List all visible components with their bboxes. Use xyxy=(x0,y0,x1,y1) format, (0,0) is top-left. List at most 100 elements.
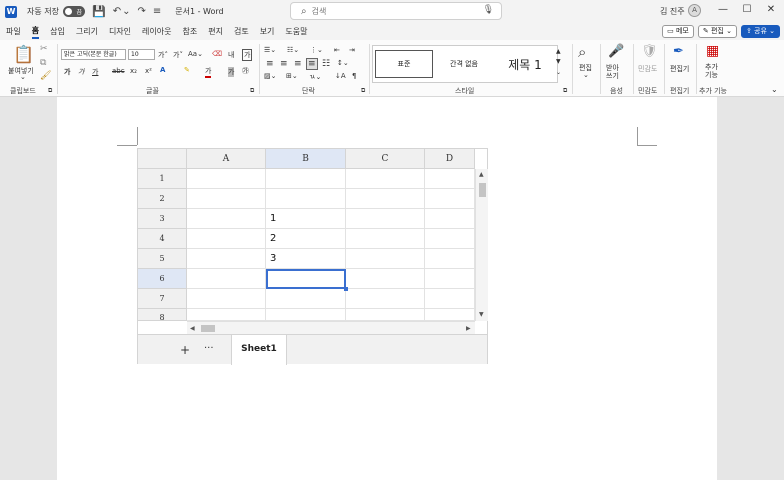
cell[interactable] xyxy=(346,169,425,189)
add-ins-button[interactable]: 추가 기능 xyxy=(705,63,718,79)
scroll-down-icon[interactable]: ▼ xyxy=(479,311,484,318)
cell[interactable] xyxy=(425,309,475,321)
cell[interactable] xyxy=(425,269,475,289)
tab-references[interactable]: 참조 xyxy=(182,26,197,38)
multilevel-list-icon[interactable]: ⋮⌄ xyxy=(310,46,323,54)
add-ins-icon[interactable]: ▦ xyxy=(706,43,719,59)
asian-layout-icon[interactable]: ㄳ⌄ xyxy=(309,72,321,82)
sensitivity-button[interactable]: 민감도 xyxy=(638,64,657,74)
find-icon[interactable]: ⌕ xyxy=(578,43,586,61)
column-header-d[interactable]: D xyxy=(425,149,475,169)
cell[interactable] xyxy=(187,229,266,249)
cell[interactable] xyxy=(187,289,266,309)
bullets-icon[interactable]: ☰⌄ xyxy=(264,46,276,54)
microphone-icon[interactable]: 🎙 xyxy=(483,5,494,15)
enclose-characters-icon[interactable]: ㉮ xyxy=(242,66,249,76)
scroll-right-icon[interactable]: ▶ xyxy=(466,325,471,332)
styles-more-icon[interactable]: ⌄ xyxy=(556,69,561,76)
font-launcher-icon[interactable]: ⧉ xyxy=(250,87,254,95)
underline-icon[interactable]: 가 xyxy=(92,67,98,77)
cell[interactable] xyxy=(266,169,346,189)
cut-icon[interactable]: ✂ xyxy=(40,44,48,54)
fill-handle[interactable] xyxy=(344,287,348,291)
cell[interactable] xyxy=(187,249,266,269)
cell[interactable] xyxy=(187,309,266,321)
row-header[interactable]: 1 xyxy=(138,169,187,189)
close-button[interactable]: ✕ xyxy=(764,4,778,15)
cell[interactable] xyxy=(187,269,266,289)
copy-icon[interactable]: ⧉ xyxy=(40,58,46,68)
subscript-icon[interactable]: x₂ xyxy=(130,67,137,75)
font-size-combo[interactable]: 10 xyxy=(128,49,155,60)
embedded-spreadsheet[interactable]: A B C D 1 2 3 4 5 6 7 8 1 2 3 ▲ ▼ ◀ ▶ + … xyxy=(137,148,488,365)
cell[interactable] xyxy=(346,249,425,269)
cell[interactable] xyxy=(346,309,425,321)
cell[interactable] xyxy=(425,209,475,229)
justify-icon[interactable]: ≡ xyxy=(306,58,318,70)
column-header-b[interactable]: B xyxy=(266,149,346,169)
shrink-font-icon[interactable]: 가˅ xyxy=(173,50,183,60)
collapse-ribbon-icon[interactable]: ⌄ xyxy=(771,85,778,94)
align-left-icon[interactable]: ≡ xyxy=(266,59,274,69)
cell[interactable] xyxy=(346,289,425,309)
styles-scroll-down-icon[interactable]: ▼ xyxy=(556,58,561,65)
style-no-spacing[interactable]: 간격 없음 xyxy=(435,50,493,78)
scroll-up-icon[interactable]: ▲ xyxy=(479,171,484,178)
cell[interactable] xyxy=(425,289,475,309)
cell[interactable] xyxy=(425,189,475,209)
row-header[interactable]: 5 xyxy=(138,249,187,269)
italic-icon[interactable]: 가 xyxy=(78,67,84,77)
style-normal[interactable]: 표준 xyxy=(375,50,433,78)
tab-mailings[interactable]: 편지 xyxy=(208,26,223,38)
row-header[interactable]: 4 xyxy=(138,229,187,249)
character-shading-icon[interactable]: 가 xyxy=(228,67,235,77)
font-color-icon[interactable]: 가 xyxy=(205,66,212,78)
line-spacing-icon[interactable]: ↕⌄ xyxy=(337,59,349,67)
vertical-scroll-thumb[interactable] xyxy=(479,183,486,197)
phonetic-guide-icon[interactable]: 내 xyxy=(228,50,234,60)
user-avatar[interactable]: A xyxy=(688,4,701,17)
undo-icon[interactable]: ↶ xyxy=(113,6,121,17)
align-center-icon[interactable]: ≡ xyxy=(280,59,288,69)
tab-design[interactable]: 디자인 xyxy=(109,26,131,38)
editor-button[interactable]: 편집기 xyxy=(670,64,689,74)
style-heading-1[interactable]: 제목 1 xyxy=(495,50,555,78)
character-border-icon[interactable]: 가 xyxy=(242,49,253,61)
paste-icon[interactable]: 📋 xyxy=(13,45,34,65)
minimize-button[interactable]: — xyxy=(716,4,730,15)
tab-view[interactable]: 보기 xyxy=(260,26,275,38)
tab-help[interactable]: 도움말 xyxy=(285,26,307,38)
styles-launcher-icon[interactable]: ⧉ xyxy=(563,87,567,95)
cell[interactable] xyxy=(346,209,425,229)
tab-home[interactable]: 홈 xyxy=(31,25,40,39)
vertical-scrollbar[interactable]: ▲ ▼ xyxy=(475,169,488,321)
column-header-c[interactable]: C xyxy=(346,149,425,169)
grow-font-icon[interactable]: 가˄ xyxy=(158,50,168,60)
cell-b5[interactable]: 3 xyxy=(266,249,346,269)
cell[interactable] xyxy=(187,169,266,189)
sensitivity-icon[interactable]: 🛡 xyxy=(641,44,658,59)
customize-toolbar-icon[interactable]: ≡ xyxy=(153,6,161,17)
cell-b4[interactable]: 2 xyxy=(266,229,346,249)
user-name[interactable]: 김 진주 xyxy=(660,6,685,17)
cell[interactable] xyxy=(187,209,266,229)
editor-icon[interactable]: ✒ xyxy=(673,44,684,59)
font-name-combo[interactable]: 맑은 고딕(본문 한글) xyxy=(61,49,126,60)
editing-dropdown-icon[interactable]: ⌄ xyxy=(583,71,589,79)
show-marks-icon[interactable]: ¶ xyxy=(352,72,356,80)
row-header[interactable]: 8 xyxy=(138,309,187,322)
cell[interactable] xyxy=(425,229,475,249)
column-header-a[interactable]: A xyxy=(187,149,266,169)
cell[interactable] xyxy=(425,249,475,269)
strikethrough-icon[interactable]: abc xyxy=(112,67,125,75)
tab-file[interactable]: 파일 xyxy=(6,26,21,38)
text-effects-icon[interactable]: A xyxy=(160,66,165,74)
horizontal-scroll-thumb[interactable] xyxy=(201,325,215,332)
horizontal-scrollbar[interactable]: ◀ ▶ xyxy=(187,321,475,334)
paste-dropdown-icon[interactable]: ⌄ xyxy=(20,73,26,81)
tab-review[interactable]: 검토 xyxy=(234,26,249,38)
more-sheets-icon[interactable]: ··· xyxy=(204,343,214,354)
row-header[interactable]: 7 xyxy=(138,289,187,309)
share-button[interactable]: ⇪ 공유 ⌄ xyxy=(740,25,780,38)
redo-icon[interactable]: ↷ xyxy=(137,6,145,17)
